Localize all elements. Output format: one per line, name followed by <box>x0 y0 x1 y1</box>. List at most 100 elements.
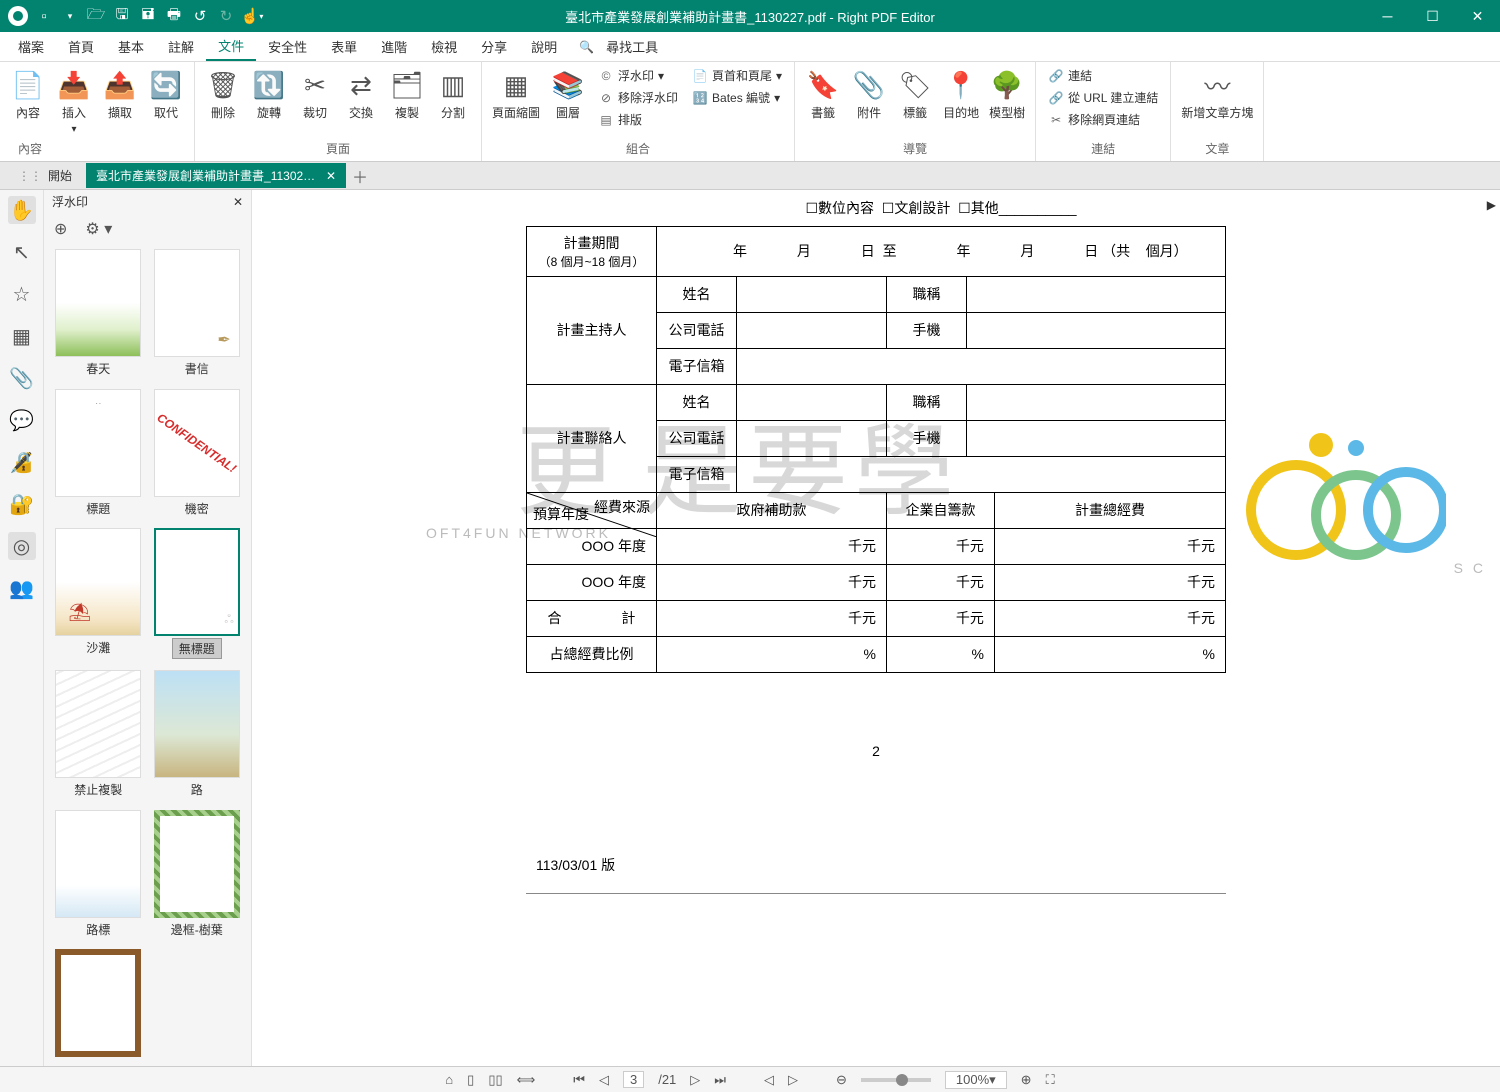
attachment-panel-icon[interactable]: 📎 <box>8 364 36 392</box>
thumbnail-panel-icon[interactable]: ▦ <box>8 322 36 350</box>
nav-forward-icon[interactable]: ▷ <box>788 1072 798 1088</box>
document-view[interactable]: 更是要學 硬 OFT4FUN NETWORK S C ☐數位內容 ☐文創設計 ☐… <box>252 190 1500 1066</box>
wm-settings-icon[interactable]: ⚙ ▾ <box>85 219 112 239</box>
wm-thumb-letter[interactable] <box>154 249 240 357</box>
replace-button[interactable]: 🔄取代 <box>146 66 186 123</box>
thumbnail-button[interactable]: ▦頁面縮圖 <box>490 66 542 123</box>
watermark-option[interactable]: ©浮水印 ▾ <box>594 66 682 85</box>
wm-thumb-sign[interactable] <box>55 810 141 918</box>
bookmark-panel-icon[interactable]: ☆ <box>8 280 36 308</box>
menu-file[interactable]: 檔案 <box>6 33 56 60</box>
comment-panel-icon[interactable]: 💬 <box>8 406 36 434</box>
continuous-icon[interactable]: ▯▯ <box>488 1072 502 1088</box>
header-footer-option[interactable]: 📄頁首和頁尾 ▾ <box>688 66 786 85</box>
menu-security[interactable]: 安全性 <box>256 33 319 60</box>
print-icon[interactable]: 🖶 <box>162 4 186 28</box>
zoom-out-icon[interactable]: ⊖ <box>836 1072 847 1088</box>
wm-thumb-confidential[interactable]: CONFIDENTIAL! <box>154 389 240 497</box>
application-form-table: ☐數位內容 ☐文創設計 ☐其他__________ 計畫期間（8 個月~18 個… <box>526 190 1226 673</box>
layout-option[interactable]: ▤排版 <box>594 110 682 129</box>
close-button[interactable]: ✕ <box>1455 0 1500 32</box>
menu-view[interactable]: 檢視 <box>419 33 469 60</box>
menu-home[interactable]: 首頁 <box>56 33 106 60</box>
undo-icon[interactable]: ↺ <box>188 4 212 28</box>
touch-mode-icon[interactable]: ☝▾ <box>240 4 264 28</box>
wm-panel-close-icon[interactable]: ✕ <box>233 195 243 209</box>
save-as-icon[interactable]: 🖬 <box>136 4 160 28</box>
hand-tool-icon[interactable]: ✋ <box>8 196 36 224</box>
security-panel-icon[interactable]: 🔐 <box>8 490 36 518</box>
rotate-button[interactable]: 🔃旋轉 <box>249 66 289 123</box>
menu-document[interactable]: 文件 <box>206 32 256 61</box>
select-tool-icon[interactable]: ↖ <box>8 238 36 266</box>
layer-button[interactable]: 📚圖層 <box>548 66 588 123</box>
share-panel-icon[interactable]: 👥 <box>8 574 36 602</box>
bates-option[interactable]: 🔢Bates 編號 ▾ <box>688 88 786 107</box>
tab-current-document[interactable]: 臺北市產業發展創業補助計畫書_113022... ✕ <box>86 163 346 188</box>
duplicate-button[interactable]: 🗂複製 <box>387 66 427 123</box>
minimize-button[interactable]: ─ <box>1365 0 1410 32</box>
wm-thumb-untitled[interactable] <box>154 528 240 636</box>
tab-close-icon[interactable]: ✕ <box>326 169 336 183</box>
zoom-in-icon[interactable]: ⊕ <box>1021 1072 1032 1088</box>
single-page-icon[interactable]: ▯ <box>467 1072 474 1088</box>
wm-thumb-title[interactable]: ‥ <box>55 389 141 497</box>
wm-thumb-road[interactable] <box>154 670 240 778</box>
tab-add-button[interactable]: ＋ <box>346 164 374 188</box>
insert-button[interactable]: 📥插入▾ <box>54 66 94 137</box>
save-icon[interactable]: 🖫 <box>110 4 134 28</box>
fit-width-icon[interactable]: ⟺ <box>517 1072 536 1088</box>
menu-basic[interactable]: 基本 <box>106 33 156 60</box>
menu-help[interactable]: 說明 <box>519 33 569 60</box>
menu-advanced[interactable]: 進階 <box>369 33 419 60</box>
tag-button[interactable]: 🏷標籤 <box>895 66 935 123</box>
swap-button[interactable]: ⇄交換 <box>341 66 381 123</box>
wm-thumb-leaf[interactable] <box>154 810 240 918</box>
page-divider <box>526 893 1226 894</box>
stamp-panel-icon[interactable]: 🔏 <box>8 448 36 476</box>
fullscreen-icon[interactable]: ⛶ <box>1046 1072 1055 1088</box>
redo-icon[interactable]: ↻ <box>214 4 238 28</box>
last-page-icon[interactable]: ⏭ <box>714 1072 726 1088</box>
fit-page-icon[interactable]: ⌂ <box>445 1072 453 1087</box>
wm-thumb-nocopy[interactable] <box>55 670 141 778</box>
content-button[interactable]: 📄內容 <box>8 66 48 123</box>
zoom-value[interactable]: 100% ▾ <box>945 1071 1007 1089</box>
url-link-option[interactable]: 🔗從 URL 建立連結 <box>1044 88 1162 107</box>
menu-annotate[interactable]: 註解 <box>156 33 206 60</box>
extract-button[interactable]: 📤擷取 <box>100 66 140 123</box>
app-logo[interactable] <box>6 4 30 28</box>
next-page-icon[interactable]: ▷ <box>690 1072 700 1088</box>
page-input[interactable]: 3 <box>623 1071 644 1088</box>
wm-thumb-beach[interactable] <box>55 528 141 636</box>
tab-home[interactable]: ⋮⋮ 開始 <box>4 163 86 188</box>
maximize-button[interactable]: ☐ <box>1410 0 1455 32</box>
menu-share[interactable]: 分享 <box>469 33 519 60</box>
remove-link-option[interactable]: ✂移除網頁連結 <box>1044 110 1162 129</box>
tool-search[interactable]: 🔍 尋找工具 <box>579 33 670 60</box>
attach-button[interactable]: 📎附件 <box>849 66 889 123</box>
new-doc-icon[interactable]: ▫ <box>32 4 56 28</box>
first-page-icon[interactable]: ⏮ <box>573 1072 585 1088</box>
open-icon[interactable]: 🗁 <box>84 4 108 28</box>
wm-add-icon[interactable]: ⊕ <box>54 219 67 239</box>
crop-button[interactable]: ✂裁切 <box>295 66 335 123</box>
collapse-arrow-icon[interactable]: ▶ <box>1487 198 1496 212</box>
qa-drop-icon[interactable]: ▾ <box>58 4 82 28</box>
prev-page-icon[interactable]: ◁ <box>599 1072 609 1088</box>
wm-thumb-star[interactable] <box>55 949 141 1057</box>
nav-back-icon[interactable]: ◁ <box>764 1072 774 1088</box>
watermark-panel-icon[interactable]: ◎ <box>8 532 36 560</box>
new-article-button[interactable]: 〰新增文章方塊 <box>1179 66 1255 123</box>
destination-button[interactable]: 📍目的地 <box>941 66 981 123</box>
split-button[interactable]: ▥分割 <box>433 66 473 123</box>
menu-form[interactable]: 表單 <box>319 33 369 60</box>
remove-watermark-option[interactable]: ⊘移除浮水印 <box>594 88 682 107</box>
bookmark-button[interactable]: 🔖書籤 <box>803 66 843 123</box>
modeltree-button[interactable]: 🌳模型樹 <box>987 66 1027 123</box>
link-option[interactable]: 🔗連結 <box>1044 66 1162 85</box>
zoom-slider[interactable] <box>861 1078 931 1082</box>
wm-thumb-spring[interactable] <box>55 249 141 357</box>
delete-button[interactable]: 🗑刪除 <box>203 66 243 123</box>
group-link-label: 連結 <box>1044 138 1162 159</box>
